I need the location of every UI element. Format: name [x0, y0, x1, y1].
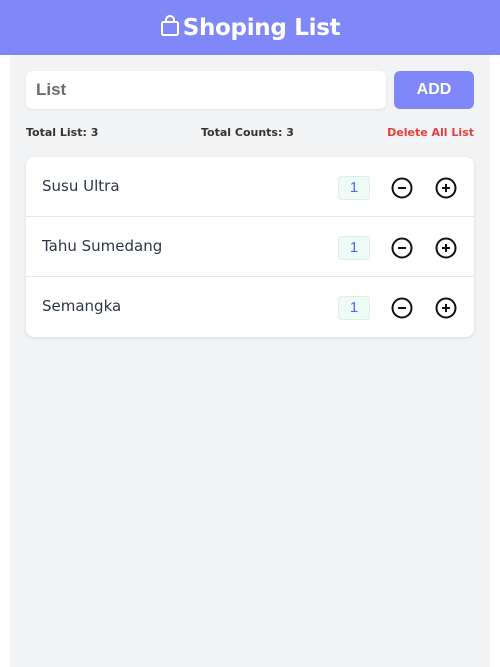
main-panel: ADD Total List: 3 Total Counts: 3 Delete… — [10, 55, 490, 667]
plus-circle-icon — [435, 297, 457, 319]
list-item: Susu Ultra 1 — [26, 157, 474, 217]
plus-circle-icon — [435, 237, 457, 259]
decrement-button[interactable] — [391, 297, 413, 319]
app-header: Shoping List — [0, 0, 500, 55]
minus-circle-icon — [391, 177, 413, 199]
item-name: Susu Ultra — [42, 177, 120, 195]
add-item-form: ADD — [26, 71, 474, 109]
increment-button[interactable] — [435, 177, 457, 199]
plus-circle-icon — [435, 177, 457, 199]
increment-button[interactable] — [435, 297, 457, 319]
list-item: Semangka 1 — [26, 277, 474, 337]
item-name: Semangka — [42, 297, 122, 315]
page-title: Shoping List — [182, 14, 341, 41]
item-name: Tahu Sumedang — [42, 237, 163, 255]
minus-circle-icon — [391, 237, 413, 259]
minus-circle-icon — [391, 297, 413, 319]
stats-bar: Total List: 3 Total Counts: 3 Delete All… — [26, 126, 474, 142]
decrement-button[interactable] — [391, 237, 413, 259]
list-item: Tahu Sumedang 1 — [26, 217, 474, 277]
item-input[interactable] — [26, 71, 386, 109]
increment-button[interactable] — [435, 237, 457, 259]
item-quantity: 1 — [338, 176, 370, 200]
item-quantity: 1 — [338, 296, 370, 320]
add-button[interactable]: ADD — [394, 71, 474, 109]
shopping-list: Susu Ultra 1 Tahu Sumedang 1 Semangka 1 — [26, 157, 474, 337]
total-counts-label: Total Counts: 3 — [201, 126, 294, 139]
total-list-label: Total List: 3 — [26, 126, 99, 139]
item-quantity: 1 — [338, 236, 370, 260]
shopping-bag-icon — [160, 15, 179, 36]
delete-all-link[interactable]: Delete All List — [387, 126, 474, 139]
decrement-button[interactable] — [391, 177, 413, 199]
